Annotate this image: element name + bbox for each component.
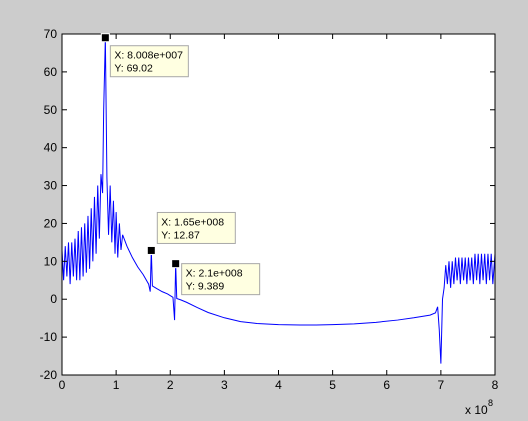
datatip-x-text: X: 8.008e+007 [114, 50, 183, 62]
x-tick-label: 2 [167, 378, 174, 392]
datatip-y-text: Y: 69.02 [114, 63, 153, 75]
datatip-marker[interactable] [171, 259, 181, 269]
y-tick-label: -20 [40, 368, 58, 382]
y-tick-label: 60 [44, 65, 58, 79]
line-plot: 0 1 2 3 4 5 6 7 8 70 60 50 40 30 20 10 0 -10 -20 X: 8.008e… [40, 27, 499, 417]
x-tick-label: 5 [329, 378, 336, 392]
x-tick-label: 0 [59, 378, 66, 392]
figure-window: 0 1 2 3 4 5 6 7 8 70 60 50 40 30 20 10 0 -10 -20 X: 8.008e… [0, 0, 528, 421]
y-tick-label: 20 [44, 216, 58, 230]
y-tick-label: 30 [44, 179, 58, 193]
y-tick-label: 70 [44, 27, 58, 41]
datatip-y-text: Y: 9.389 [186, 281, 225, 293]
datatip-marker[interactable] [100, 33, 110, 43]
datatip-marker[interactable] [146, 245, 156, 255]
datatip-2[interactable]: X: 2.1e+008Y: 9.389 [171, 259, 261, 296]
y-tick-label: 10 [44, 254, 58, 268]
axes-area [62, 34, 495, 375]
x-tick-label: 1 [113, 378, 120, 392]
x-axis-exponent-power: 8 [488, 398, 493, 408]
y-tick-label: 50 [44, 103, 58, 117]
y-tick-label: 40 [44, 141, 58, 155]
x-axis-exponent-label: x 10 [465, 403, 488, 417]
x-tick-label: 4 [275, 378, 282, 392]
datatip-x-text: X: 2.1e+008 [186, 268, 243, 280]
datatip-x-text: X: 1.65e+008 [161, 216, 224, 228]
y-tick-label: -10 [40, 330, 58, 344]
datatip-y-text: Y: 12.87 [161, 229, 200, 241]
x-tick-label: 3 [221, 378, 228, 392]
x-tick-label: 8 [492, 378, 499, 392]
x-tick-label: 6 [383, 378, 390, 392]
x-tick-label: 7 [438, 378, 445, 392]
y-tick-label: 0 [50, 292, 57, 306]
